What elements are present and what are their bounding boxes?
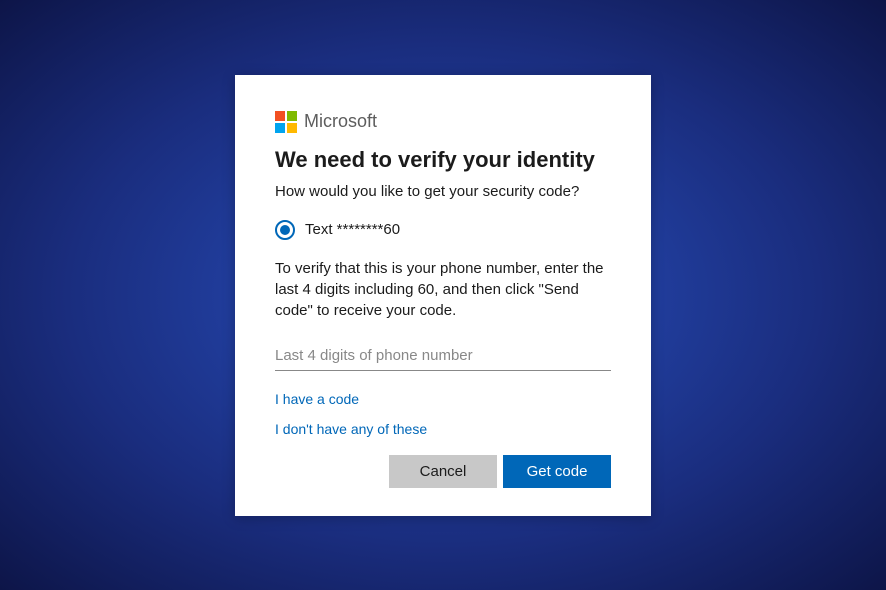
cancel-button[interactable]: Cancel: [389, 455, 497, 488]
dialog-heading: We need to verify your identity: [275, 147, 611, 173]
radio-selected-icon: [275, 220, 295, 240]
microsoft-logo-icon: [275, 111, 297, 133]
dialog-subheading: How would you like to get your security …: [275, 183, 611, 200]
get-code-button[interactable]: Get code: [503, 455, 611, 488]
microsoft-brand: Microsoft: [275, 111, 611, 133]
verify-instructions: To verify that this is your phone number…: [275, 258, 611, 321]
dialog-actions: Cancel Get code: [275, 455, 611, 488]
verify-identity-dialog: Microsoft We need to verify your identit…: [235, 75, 651, 516]
option-text-phone[interactable]: Text ********60: [275, 220, 611, 240]
brand-name: Microsoft: [304, 111, 377, 132]
no-options-link[interactable]: I don't have any of these: [275, 421, 611, 437]
have-code-link[interactable]: I have a code: [275, 391, 611, 407]
radio-label: Text ********60: [305, 221, 400, 238]
phone-last4-input[interactable]: [275, 341, 611, 371]
